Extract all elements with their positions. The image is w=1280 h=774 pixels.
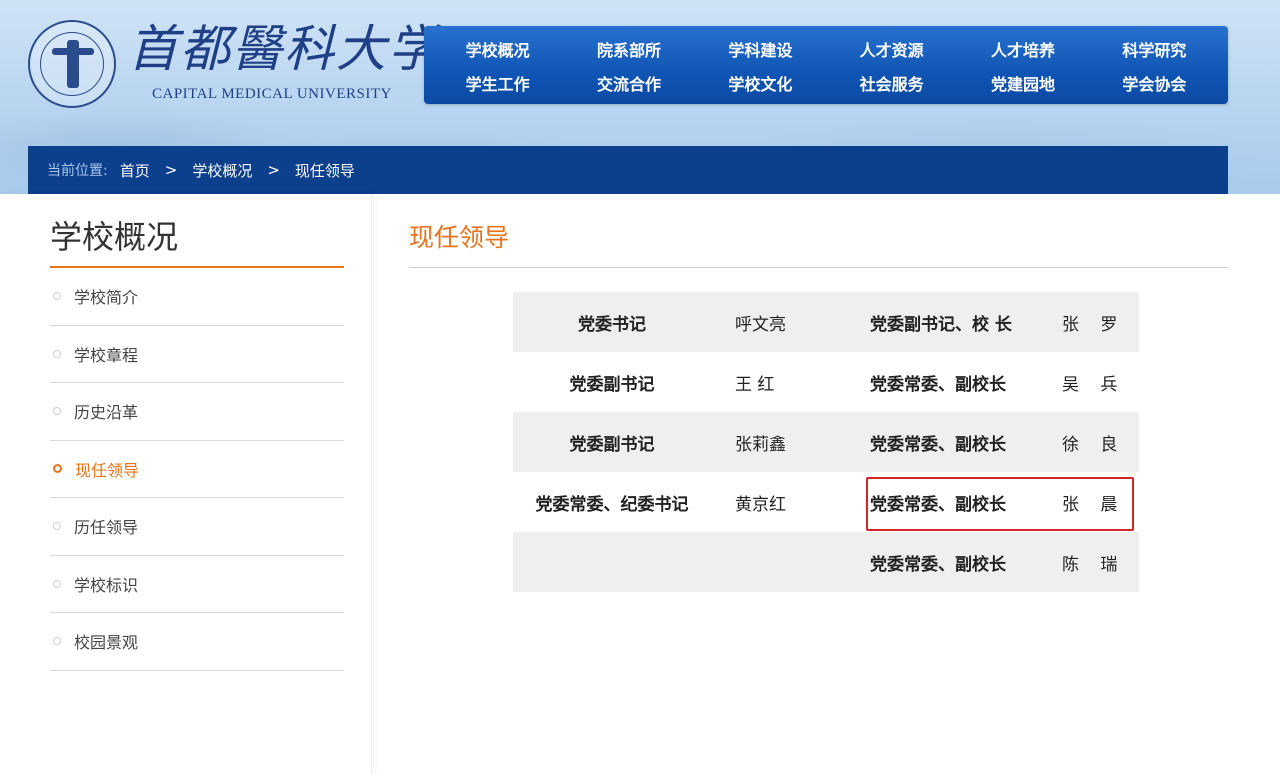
- leader-name: 王 红: [735, 374, 775, 395]
- leader-name: 张 晨: [1062, 494, 1126, 515]
- sidebar-item-label: 历史沿革: [74, 403, 139, 423]
- logo-english-name[interactable]: CAPITAL MEDICAL UNIVERSITY: [152, 86, 392, 103]
- sidebar-item-identity[interactable]: 学校标识: [50, 556, 344, 613]
- nav-item-yuanxibusuo[interactable]: 院系部所: [563, 32, 694, 66]
- leader-name: 陈 瑞: [1062, 554, 1126, 575]
- page-title: 现任领导: [409, 223, 510, 252]
- sidebar: 学校概况 学校简介 学校章程 历史沿革 现任领导 历任领导 学校标识 校园景观: [0, 194, 372, 774]
- logo-chinese-name[interactable]: 首都醫科大学: [128, 18, 438, 80]
- sidebar-item-history[interactable]: 历史沿革: [50, 383, 344, 441]
- leader-name: 黄京红: [735, 494, 786, 515]
- sidebar-item-label: 学校标识: [74, 575, 139, 595]
- nav-item-dangjianyuandi[interactable]: 党建园地: [957, 66, 1088, 100]
- nav-item-xuekejianshe[interactable]: 学科建设: [695, 32, 826, 66]
- breadcrumb-separator: >: [164, 161, 178, 179]
- bullet-icon: [53, 522, 61, 531]
- nav-item-rencaipeiyang[interactable]: 人才培养: [957, 32, 1088, 66]
- bullet-icon: [53, 579, 61, 588]
- nav-item-xueshenggongzuo[interactable]: 学生工作: [432, 66, 563, 100]
- breadcrumb-home[interactable]: 首页: [120, 160, 150, 181]
- leaders-table: 党委书记 呼文亮 党委副书记、校 长 张 罗 党委副书记 王 红 党委常委、副校…: [513, 292, 1139, 592]
- sidebar-item-label: 学校简介: [74, 288, 139, 308]
- table-row: 党委副书记 王 红 党委常委、副校长 吴 兵: [513, 352, 1139, 412]
- bullet-icon: [53, 349, 61, 358]
- leader-position: 党委副书记: [569, 434, 655, 455]
- leader-name: 吴 兵: [1062, 374, 1126, 395]
- sidebar-item-label: 学校章程: [74, 345, 139, 365]
- bullet-icon: [53, 464, 62, 474]
- main-nav: 学校概况 院系部所 学科建设 人才资源 人才培养 科学研究 学生工作 交流合作 …: [424, 26, 1228, 104]
- leader-position: 党委副书记、校 长: [870, 314, 1012, 335]
- leader-position: 党委副书记: [569, 374, 655, 395]
- university-seal-icon[interactable]: [28, 20, 116, 108]
- sidebar-item-campus-views[interactable]: 校园景观: [50, 613, 344, 671]
- leader-name: [711, 532, 851, 592]
- table-row: 党委副书记 张莉鑫 党委常委、副校长 徐 良: [513, 412, 1139, 472]
- leader-position: 党委常委、副校长: [870, 374, 1006, 395]
- nav-item-xuexiaogaikuang[interactable]: 学校概况: [432, 32, 563, 66]
- seal-totem: [67, 40, 79, 88]
- breadcrumb-label: 当前位置:: [47, 163, 108, 179]
- table-row: 党委常委、副校长 陈 瑞: [513, 532, 1139, 592]
- sidebar-item-current-leaders[interactable]: 现任领导: [50, 441, 344, 498]
- leader-position: [513, 532, 711, 592]
- breadcrumb-separator: >: [267, 161, 280, 179]
- leader-name: 张 罗: [1062, 314, 1126, 335]
- nav-item-shehuifuwu[interactable]: 社会服务: [826, 66, 957, 100]
- title-divider: [409, 267, 1228, 268]
- leader-position: 党委常委、副校长: [870, 434, 1006, 455]
- leader-position: 党委常委、副校长: [870, 554, 1006, 575]
- nav-item-kexueyanjiu[interactable]: 科学研究: [1089, 32, 1220, 66]
- bullet-icon: [53, 407, 61, 416]
- nav-item-xuehuixiehui[interactable]: 学会协会: [1089, 66, 1220, 100]
- sidebar-item-label: 校园景观: [74, 633, 139, 653]
- bullet-icon: [53, 637, 61, 646]
- leader-name: 徐 良: [1062, 434, 1126, 455]
- leader-position: 党委常委、副校长: [870, 494, 1006, 515]
- bullet-icon: [53, 292, 61, 301]
- breadcrumb-current: 现任领导: [294, 161, 355, 180]
- breadcrumb: 当前位置: 首页 > 学校概况 > 现任领导: [28, 146, 1228, 194]
- sidebar-menu: 学校简介 学校章程 历史沿革 现任领导 历任领导 学校标识 校园景观: [50, 268, 344, 671]
- sidebar-title: 学校概况: [50, 218, 179, 256]
- leader-name: 张莉鑫: [735, 434, 786, 455]
- breadcrumb-section[interactable]: 学校概况: [192, 160, 252, 181]
- sidebar-item-charter[interactable]: 学校章程: [50, 326, 344, 383]
- nav-item-xuexiaowenhua[interactable]: 学校文化: [695, 66, 826, 100]
- sidebar-item-intro[interactable]: 学校简介: [50, 268, 344, 326]
- sidebar-item-label: 现任领导: [75, 460, 140, 480]
- table-row: 党委常委、纪委书记 黄京红 党委常委、副校长 张 晨: [513, 472, 1139, 532]
- leader-position: 党委书记: [578, 314, 646, 335]
- sidebar-item-label: 历任领导: [74, 518, 139, 538]
- sidebar-item-former-leaders[interactable]: 历任领导: [50, 498, 344, 556]
- leader-name: 呼文亮: [735, 314, 786, 335]
- table-row: 党委书记 呼文亮 党委副书记、校 长 张 罗: [513, 292, 1139, 352]
- leader-position: 党委常委、纪委书记: [535, 494, 689, 515]
- nav-item-rencaiziyuan[interactable]: 人才资源: [826, 32, 957, 66]
- nav-item-jiaoliuhezuo[interactable]: 交流合作: [563, 66, 694, 100]
